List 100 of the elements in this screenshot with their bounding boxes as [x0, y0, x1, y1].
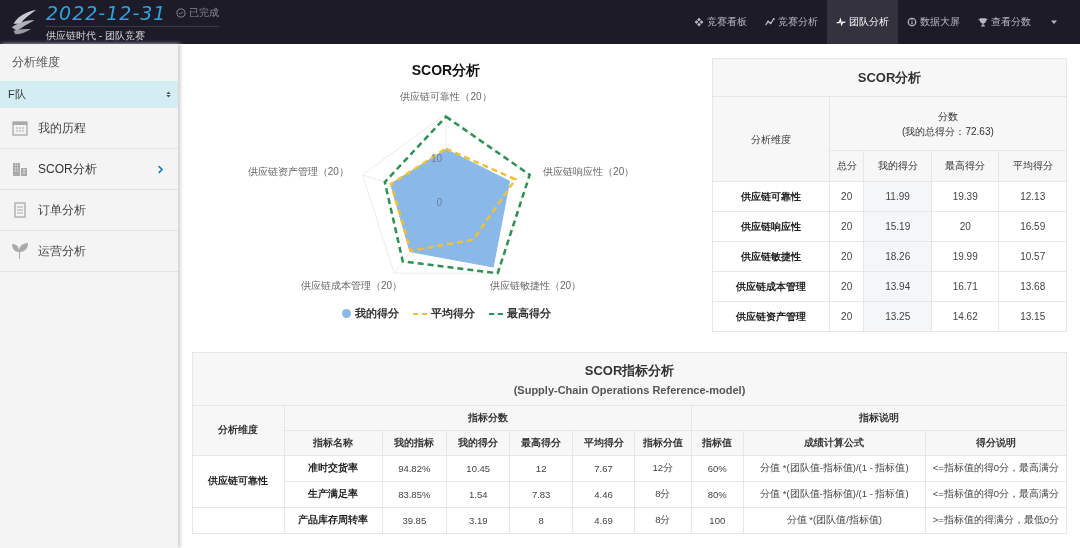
table-cell: 18.26	[863, 241, 932, 272]
legend-label: 我的得分	[354, 306, 399, 321]
status-label: 已完成	[189, 5, 220, 20]
table-cell: <=指标值的得0分，最高满分	[925, 455, 1067, 482]
table-cell: 20	[829, 301, 864, 332]
nav-tab[interactable]: 数据大屏	[898, 0, 969, 44]
chevron-right-icon	[157, 163, 166, 175]
table-cell: 10.57	[998, 241, 1067, 272]
pulse-icon	[836, 17, 846, 27]
table-cell: 13.94	[863, 271, 932, 302]
table-cell: 15.19	[863, 211, 932, 242]
axis-category-label: 供应链资产管理（20）	[247, 165, 349, 177]
total-score-note: (我的总得分：72.63)	[901, 124, 995, 139]
table-cell: 10.45	[446, 455, 510, 482]
column-header: 分析维度	[192, 405, 285, 456]
table-cell: 12.13	[998, 181, 1067, 212]
axis-category-label: 供应链响应性（20）	[543, 165, 635, 177]
table-cell: 供应链可靠性	[192, 455, 285, 508]
axis-category-label: 供应链敏捷性（20）	[490, 279, 582, 291]
column-header: 分析维度	[712, 96, 830, 182]
table-cell: 19.39	[931, 181, 999, 212]
table-cell: >=指标值的得满分，最低0分	[925, 507, 1067, 534]
column-header: 我的得分	[863, 150, 932, 182]
column-header: 指标名称	[284, 430, 382, 456]
table-cell: 生产满足率	[284, 481, 382, 508]
table-cell: 8分	[634, 507, 691, 534]
table-cell: 8分	[634, 481, 691, 508]
column-header: 得分说明	[925, 430, 1067, 456]
table-cell: 供应链可靠性	[712, 181, 830, 212]
table-cell: 60%	[691, 455, 744, 482]
table-cell: 80%	[691, 481, 744, 508]
table-title: SCOR分析	[712, 58, 1067, 97]
table-cell: 7.83	[509, 481, 573, 508]
calendar-icon	[12, 120, 28, 136]
nav-tab[interactable]: 团队分析	[827, 0, 898, 44]
axis-tick-label: 10	[430, 153, 442, 164]
line-chart-icon	[765, 17, 775, 27]
chart-title: SCOR分析	[411, 62, 481, 80]
plant-icon	[12, 243, 28, 259]
table-cell: 19.99	[931, 241, 999, 272]
table-cell: 100	[691, 507, 744, 534]
table-cell: 14.62	[931, 301, 999, 332]
table-title: SCOR指标分析	[583, 362, 676, 380]
table-cell: 4.69	[572, 507, 635, 534]
table-cell: 准时交货率	[284, 455, 382, 482]
table-cell: 20	[829, 241, 864, 272]
table-cell: 产品库存周转率	[284, 507, 382, 534]
axis-category-label: 供应链成本管理（20）	[300, 279, 402, 291]
column-header: 成绩计算公式	[743, 430, 926, 456]
table-cell: 1.54	[446, 481, 510, 508]
table-cell: 13.68	[998, 271, 1067, 302]
table-cell: 20	[829, 271, 864, 302]
table-cell: 16.71	[931, 271, 999, 302]
table-cell: 供应链敏捷性	[712, 241, 830, 272]
sidebar-title: 分析维度	[11, 54, 61, 71]
column-group-header: 指标分数	[284, 405, 691, 431]
table-cell: 20	[931, 211, 999, 242]
legend-label: 最高得分	[506, 306, 551, 321]
nav-tab[interactable]: 竞赛分析	[756, 0, 827, 44]
team-select[interactable]: F队	[0, 81, 178, 108]
table-cell: 20	[829, 211, 864, 242]
table-cell: 12分	[634, 455, 691, 482]
diamonds-icon	[694, 17, 704, 27]
sidebar-item[interactable]: SCOR分析	[0, 149, 178, 190]
axis-tick-label: 0	[436, 197, 442, 208]
column-header: 平均得分	[998, 150, 1067, 182]
table-cell: 供应链成本管理	[712, 271, 830, 302]
sidebar-item[interactable]: 订单分析	[0, 190, 178, 231]
sidebar-item[interactable]: 运营分析	[0, 231, 178, 272]
table-cell: 11.99	[863, 181, 932, 212]
table-cell: 3.19	[446, 507, 510, 534]
table-cell: 83.85%	[382, 481, 447, 508]
table-cell: 20	[829, 181, 864, 212]
legend-label: 平均得分	[430, 306, 475, 321]
wings-logo-icon	[10, 8, 38, 36]
table-cell: 7.67	[572, 455, 635, 482]
table-cell: 供应链响应性	[712, 211, 830, 242]
table-cell: 分值 *(团队值/指标值)	[743, 507, 926, 534]
table-cell: 13.25	[863, 301, 932, 332]
table-cell: 39.85	[382, 507, 447, 534]
table-cell: 分值 *(团队值-指标值)/(1 - 指标值)	[743, 455, 926, 482]
table-cell: 8	[509, 507, 573, 534]
table-cell: <=指标值的得0分，最高满分	[925, 481, 1067, 508]
check-circle-icon	[176, 7, 187, 18]
score-header-label: 分数	[936, 109, 959, 124]
sidebar-item[interactable]: 我的历程	[0, 108, 178, 149]
building-icon	[12, 161, 28, 177]
column-group-header: 指标说明	[691, 405, 1067, 431]
table-cell: 12	[509, 455, 573, 482]
trophy-icon	[978, 17, 988, 27]
app-subtitle: 供应链时代 - 团队竞赛	[46, 28, 146, 43]
table-cell: 4.46	[572, 481, 635, 508]
document-icon	[12, 202, 28, 218]
nav-tab[interactable]: 竞赛看板	[685, 0, 756, 44]
table-cell: 供应链资产管理	[712, 301, 830, 332]
table-subtitle: (Supply-Chain Operations Reference-model)	[512, 384, 747, 396]
nav-tab[interactable]: 查看分数	[969, 0, 1040, 44]
dropdown-caret-icon[interactable]	[1050, 18, 1058, 26]
table-cell: 16.59	[998, 211, 1067, 242]
sort-arrows-icon	[165, 90, 172, 99]
